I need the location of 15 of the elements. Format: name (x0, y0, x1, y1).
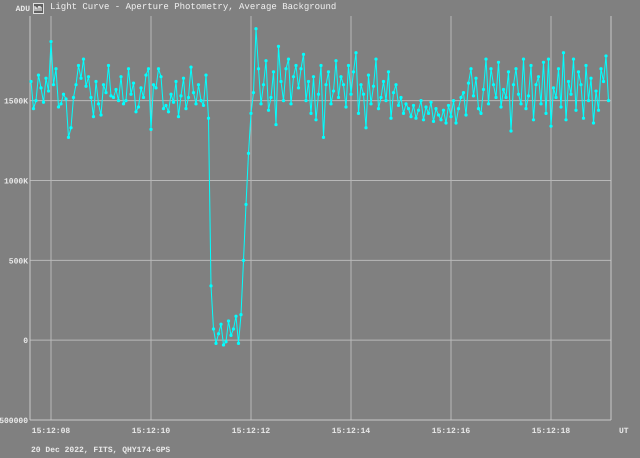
chart-title: Light Curve - Aperture Photometry, Average Background (50, 1, 336, 14)
caption: 20 Dec 2022, FITS, QHY174-GPS (31, 446, 170, 455)
x-tick-label: 15:12:10 (132, 427, 170, 436)
x-tick-label: 15:12:18 (532, 427, 570, 436)
x-tick-label: 15:12:08 (32, 427, 70, 436)
y-tick-label: 1500K (4, 98, 28, 107)
x-axis-label: UT (619, 427, 629, 436)
y-tick-label: 1000K (4, 177, 28, 186)
y-tick-label: 0 (23, 337, 28, 346)
y-axis-label: ADU (14, 4, 30, 16)
x-tick-label: 15:12:16 (432, 427, 470, 436)
x-tick-label: 15:12:12 (232, 427, 270, 436)
y-tick-label: 500000 (0, 417, 28, 426)
x-tick-label: 15:12:14 (332, 427, 370, 436)
y-tick-label: 500K (8, 257, 28, 266)
